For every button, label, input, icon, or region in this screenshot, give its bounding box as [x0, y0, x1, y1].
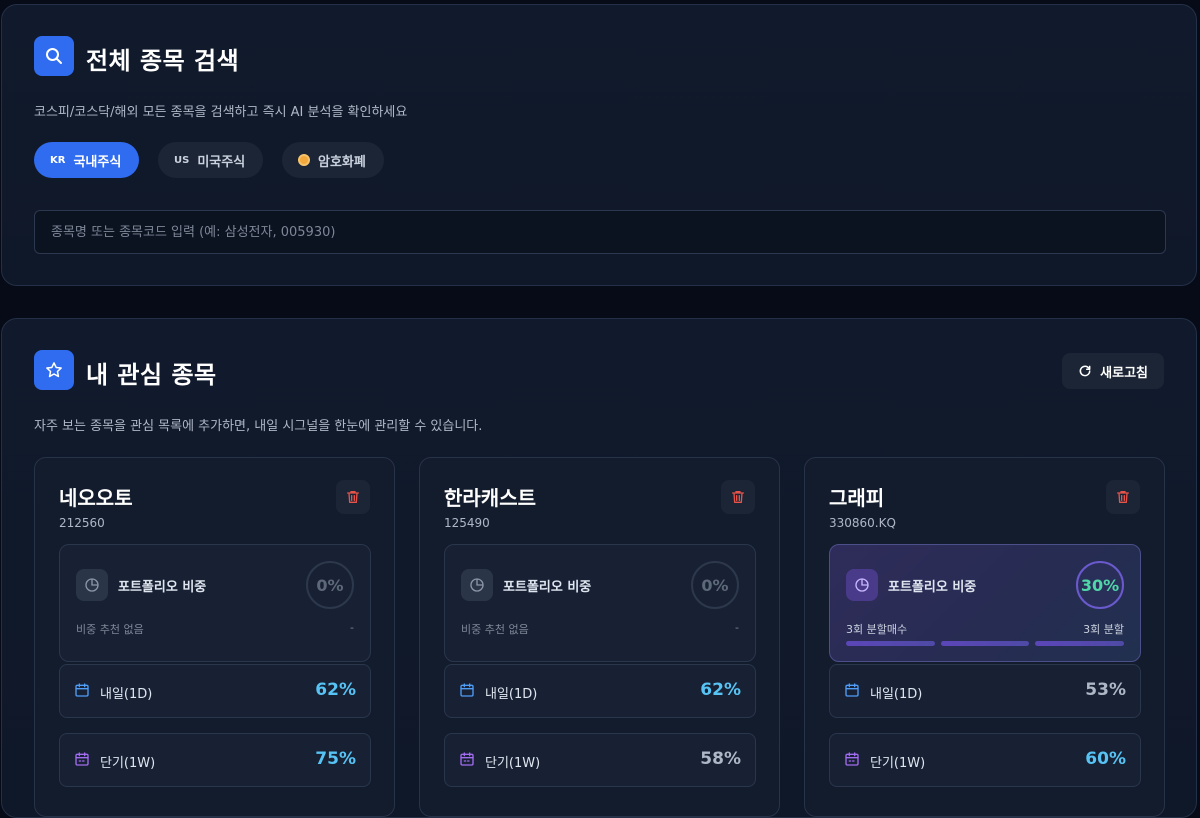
weight-note: 3회 분할매수	[846, 623, 908, 636]
refresh-label: 새로고침	[1100, 365, 1148, 381]
delete-button[interactable]	[1106, 480, 1140, 514]
search-panel-description: 코스피/코스닥/해외 모든 종목을 검색하고 즉시 AI 분석을 확인하세요	[34, 105, 408, 120]
calendar-week-icon	[75, 752, 89, 766]
stock-name: 한라캐스트	[444, 486, 536, 510]
portfolio-weight-box: 포트폴리오 비중 0% 비중 추천 없음 -	[59, 544, 371, 662]
metric-1d: 내일(1D) 62%	[444, 664, 756, 718]
star-icon	[34, 350, 74, 390]
portfolio-weight-label: 포트폴리오 비중	[888, 580, 977, 595]
metric-1w: 단기(1W) 60%	[829, 733, 1141, 787]
weight-note: 비중 추천 없음	[461, 623, 529, 636]
metric-value: 62%	[315, 680, 356, 700]
metric-value: 58%	[700, 749, 741, 769]
portfolio-weight-label: 포트폴리오 비중	[503, 580, 592, 595]
delete-button[interactable]	[721, 480, 755, 514]
metric-value: 60%	[1085, 749, 1126, 769]
split-buy-bars	[846, 641, 1125, 647]
portfolio-weight-box: 포트폴리오 비중 30% 3회 분할매수 3회 분할	[829, 544, 1141, 662]
trash-icon	[732, 491, 744, 503]
split-bar	[846, 641, 935, 646]
weight-note: 비중 추천 없음	[76, 623, 144, 636]
stock-name: 그래피	[829, 486, 885, 510]
metric-value: 75%	[315, 749, 356, 769]
trash-icon	[1117, 491, 1129, 503]
metric-value: 53%	[1085, 680, 1126, 700]
portfolio-weight-label: 포트폴리오 비중	[118, 580, 207, 595]
search-panel-title: 전체 종목 검색	[86, 47, 240, 75]
tab-label: 국내주식	[73, 154, 122, 170]
stock-name: 네오오토	[59, 486, 133, 510]
search-icon	[34, 36, 74, 76]
portfolio-weight-box: 포트폴리오 비중 0% 비중 추천 없음 -	[444, 544, 756, 662]
calendar-week-icon	[460, 752, 474, 766]
calendar-icon	[75, 683, 89, 697]
refresh-icon	[1079, 365, 1091, 377]
calendar-week-icon	[845, 752, 859, 766]
tab-us-stocks[interactable]: US 미국주식	[158, 142, 264, 178]
tab-domestic-stocks[interactable]: KR 국내주식	[34, 142, 140, 178]
stock-search-input[interactable]	[34, 210, 1166, 254]
portfolio-weight-value: 0%	[306, 561, 354, 609]
us-flag-icon: US	[174, 154, 190, 166]
stock-code: 212560	[59, 516, 105, 530]
calendar-icon	[845, 683, 859, 697]
calendar-icon	[460, 683, 474, 697]
stock-code: 125490	[444, 516, 490, 530]
metric-label: 내일(1D)	[100, 687, 153, 702]
refresh-button[interactable]: 새로고침	[1062, 353, 1164, 389]
metric-label: 단기(1W)	[485, 756, 541, 771]
metric-1d: 내일(1D) 62%	[59, 664, 371, 718]
stock-search-panel: 전체 종목 검색 코스피/코스닥/해외 모든 종목을 검색하고 즉시 AI 분석…	[1, 4, 1197, 286]
stock-code: 330860.KQ	[829, 516, 896, 530]
metric-1w: 단기(1W) 58%	[444, 733, 756, 787]
pie-chart-icon	[461, 569, 493, 601]
metric-label: 단기(1W)	[870, 756, 926, 771]
metric-1d: 내일(1D) 53%	[829, 664, 1141, 718]
weight-note-right: -	[350, 621, 354, 634]
split-bar	[1035, 641, 1125, 646]
delete-button[interactable]	[336, 480, 370, 514]
metric-label: 단기(1W)	[100, 756, 156, 771]
watchlist-card[interactable]: 그래피 330860.KQ 포트폴리오 비중 30% 3회 분할매수 3회 분할…	[804, 457, 1165, 817]
portfolio-weight-value: 0%	[691, 561, 739, 609]
metric-label: 내일(1D)	[870, 687, 923, 702]
weight-note-right: -	[735, 621, 739, 634]
kr-flag-icon: KR	[50, 154, 66, 166]
metric-label: 내일(1D)	[485, 687, 538, 702]
tab-crypto[interactable]: 암호화폐	[282, 142, 384, 178]
weight-note-right: 3회 분할	[1083, 623, 1124, 636]
watchlist-panel: 내 관심 종목 새로고침 자주 보는 종목을 관심 목록에 추가하면, 내일 시…	[1, 318, 1197, 818]
metric-value: 62%	[700, 680, 741, 700]
portfolio-weight-value: 30%	[1076, 561, 1124, 609]
tab-label: 암호화폐	[318, 154, 366, 170]
trash-icon	[347, 491, 359, 503]
watchlist-card[interactable]: 한라캐스트 125490 포트폴리오 비중 0% 비중 추천 없음 - 내일(1…	[419, 457, 780, 817]
pie-chart-icon	[846, 569, 878, 601]
metric-1w: 단기(1W) 75%	[59, 733, 371, 787]
coin-icon	[298, 154, 310, 166]
split-bar	[940, 641, 1030, 646]
watchlist-card[interactable]: 네오오토 212560 포트폴리오 비중 0% 비중 추천 없음 - 내일(1D…	[34, 457, 395, 817]
tab-label: 미국주식	[197, 154, 246, 170]
watchlist-description: 자주 보는 종목을 관심 목록에 추가하면, 내일 시그널을 한눈에 관리할 수…	[34, 419, 483, 434]
watchlist-title: 내 관심 종목	[86, 361, 217, 389]
pie-chart-icon	[76, 569, 108, 601]
